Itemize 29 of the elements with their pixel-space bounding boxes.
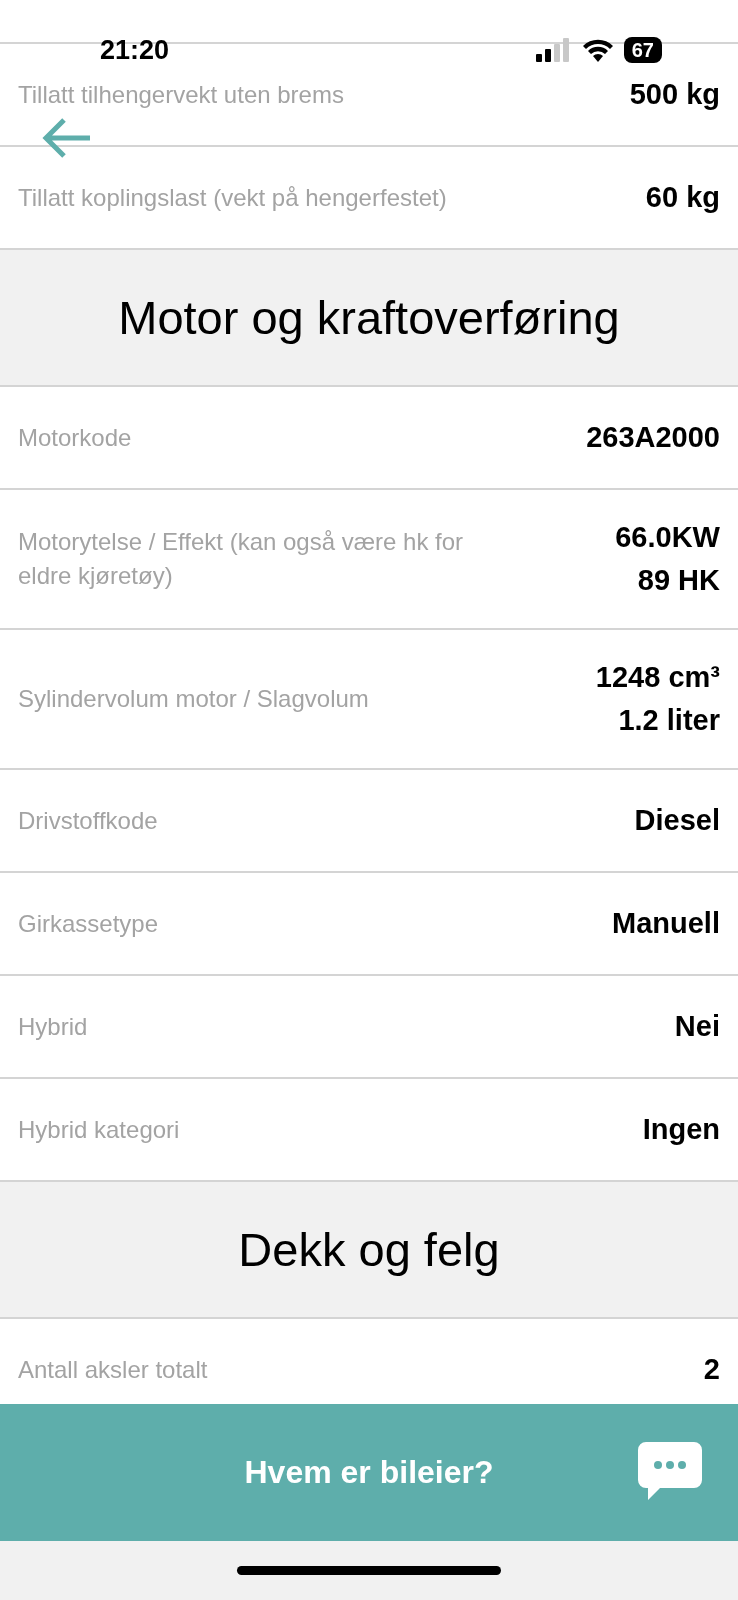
field-label: Motorytelse / Effekt (kan også være hk for eldre kjøretøy): [18, 527, 465, 591]
section-title: Motor og kraftoverføring: [118, 290, 620, 345]
field-label: Tillatt koplingslast (vekt på hengerfestet): [18, 182, 447, 213]
field-value: 89 HK: [637, 564, 720, 597]
field-label: Hybrid kategori: [18, 1114, 180, 1145]
field-value: 500 kg: [629, 78, 720, 111]
field-label: Tillatt tilhengervekt uten brems: [18, 79, 344, 110]
field-label: Hybrid: [18, 1011, 88, 1042]
field-value: 60 kg: [645, 181, 720, 214]
field-value: 1248 cm³: [595, 661, 720, 694]
field-label: Girkassetype: [18, 908, 159, 939]
field-value: Manuell: [612, 907, 720, 940]
field-value: Ingen: [642, 1113, 720, 1146]
field-value: Nei: [674, 1010, 720, 1043]
status-time: 21:20: [100, 34, 170, 66]
section-title: Dekk og felg: [238, 1222, 500, 1277]
field-label: Motorkode: [18, 422, 132, 453]
field-label: Sylindervolum motor / Slagvolum: [18, 684, 369, 714]
field-label: Antall aksler totalt: [18, 1354, 208, 1385]
field-value: 1.2 liter: [618, 704, 720, 737]
owner-lookup-button[interactable]: Hvem er bileier?: [236, 1446, 502, 1499]
field-label: Drivstoffkode: [18, 805, 158, 836]
field-value: 66.0KW: [615, 521, 720, 554]
wifi-icon: [581, 38, 614, 62]
field-value: Diesel: [634, 804, 720, 837]
field-value: 263A2000: [586, 421, 720, 454]
battery-level: 67: [623, 37, 662, 63]
field-value: 2: [703, 1353, 720, 1386]
back-arrow-icon[interactable]: [40, 116, 92, 160]
